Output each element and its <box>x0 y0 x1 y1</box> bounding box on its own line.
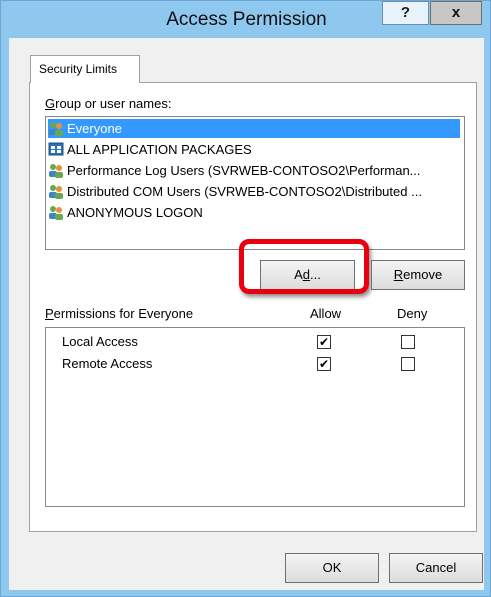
remote-access-allow-checkbox[interactable]: ✔ <box>317 357 331 371</box>
permission-name: Remote Access <box>62 356 153 371</box>
users-group-icon <box>49 164 63 178</box>
list-item-label: ALL APPLICATION PACKAGES <box>67 142 252 157</box>
list-item-label: Everyone <box>67 121 122 136</box>
help-button[interactable]: ? <box>382 1 429 25</box>
list-item[interactable]: Performance Log Users (SVRWEB-CONTOSO2\P… <box>48 161 460 180</box>
list-item[interactable]: Distributed COM Users (SVRWEB-CONTOSO2\D… <box>48 182 460 201</box>
permissions-label: Permissions for Everyone <box>45 306 194 321</box>
cancel-button[interactable]: Cancel <box>389 553 483 583</box>
title-bar[interactable]: Access Permission ? x <box>1 1 491 39</box>
users-group-icon <box>49 206 63 220</box>
ok-button[interactable]: OK <box>285 553 379 583</box>
close-button[interactable]: x <box>430 1 482 25</box>
users-group-icon <box>49 185 63 199</box>
group-names-label: Group or user names: <box>45 96 172 111</box>
tab-security-limits[interactable]: Security Limits <box>30 55 140 83</box>
remote-access-deny-checkbox[interactable] <box>401 357 415 371</box>
list-item-label: ANONYMOUS LOGON <box>67 205 203 220</box>
local-access-allow-checkbox[interactable]: ✔ <box>317 335 331 349</box>
local-access-deny-checkbox[interactable] <box>401 335 415 349</box>
list-item-label: Performance Log Users (SVRWEB-CONTOSO2\P… <box>67 163 421 178</box>
list-item[interactable]: ANONYMOUS LOGON <box>48 203 460 222</box>
list-item-label: Distributed COM Users (SVRWEB-CONTOSO2\D… <box>67 184 422 199</box>
permissions-list <box>45 327 465 507</box>
group-user-listbox[interactable]: Everyone ALL APPLICATION PACKAGES Perfor… <box>45 116 465 250</box>
allow-column-header: Allow <box>310 306 342 321</box>
users-group-icon <box>49 122 63 136</box>
remove-button[interactable]: Remove <box>371 260 465 290</box>
permission-name: Local Access <box>62 334 138 349</box>
add-button-highlight <box>239 239 369 294</box>
list-item[interactable]: ALL APPLICATION PACKAGES <box>48 140 460 159</box>
app-package-icon <box>48 142 64 156</box>
deny-column-header: Deny <box>397 306 428 321</box>
list-item[interactable]: Everyone <box>48 119 460 138</box>
